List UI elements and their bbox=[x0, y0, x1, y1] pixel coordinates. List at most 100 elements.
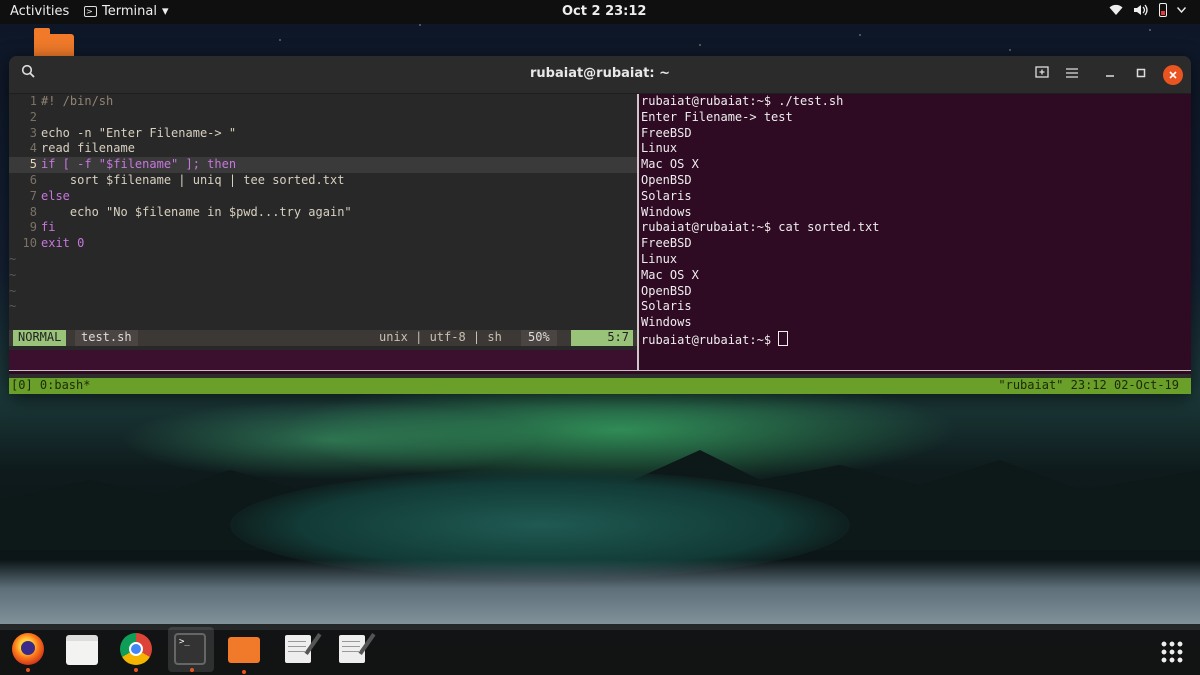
window-title: rubaiat@rubaiat: ~ bbox=[530, 66, 670, 81]
code-line: 2 bbox=[9, 110, 637, 126]
empty-line-marker: ~ bbox=[9, 299, 17, 314]
code-line: 6 sort $filename | uniq | tee sorted.txt bbox=[9, 173, 637, 189]
terminal-icon[interactable]: >_ bbox=[174, 633, 206, 672]
shell-pane[interactable]: rubaiat@rubaiat:~$ ./test.sh Enter Filen… bbox=[639, 94, 1191, 370]
line-number: 1 bbox=[29, 94, 37, 108]
vim-mode: NORMAL bbox=[13, 330, 67, 346]
text-cursor bbox=[778, 330, 789, 346]
running-indicator bbox=[242, 670, 246, 674]
code-line-current: 5 if [ -f "$filename" ]; then bbox=[9, 157, 637, 173]
files-icon[interactable] bbox=[66, 635, 98, 665]
hamburger-menu-icon[interactable] bbox=[1061, 64, 1083, 86]
new-tab-icon[interactable] bbox=[1031, 64, 1053, 86]
dock: >_ bbox=[0, 624, 1200, 675]
empty-line-marker: ~ bbox=[9, 283, 17, 298]
shell-line: rubaiat@rubaiat:~$ ./test.sh bbox=[641, 94, 844, 108]
show-applications-icon[interactable] bbox=[1160, 640, 1184, 664]
shell-prompt: rubaiat@rubaiat:~$ bbox=[641, 332, 779, 347]
code-text: fi bbox=[41, 220, 56, 235]
code-text: echo "No $filename in $pwd...try again" bbox=[41, 204, 352, 219]
app-menu[interactable]: > Terminal ▾ bbox=[84, 4, 168, 19]
code-text: else bbox=[41, 188, 70, 203]
shell-line: rubaiat@rubaiat:~$ cat sorted.txt bbox=[641, 220, 880, 235]
wifi-icon bbox=[1109, 4, 1123, 15]
line-number: 10 bbox=[22, 236, 37, 251]
app-menu-label: Terminal bbox=[102, 4, 157, 19]
shell-line: Windows bbox=[641, 315, 692, 330]
text-editor-icon[interactable] bbox=[339, 635, 365, 663]
empty-line-marker: ~ bbox=[9, 267, 17, 282]
clock[interactable]: Oct 2 23:12 bbox=[562, 4, 646, 19]
code-text: if [ -f "$filename" ]; then bbox=[41, 157, 237, 172]
shell-line: OpenBSD bbox=[641, 283, 692, 298]
chevron-down-icon: ▾ bbox=[161, 4, 169, 19]
terminal-app-icon: > bbox=[84, 6, 97, 17]
terminal-icon-glyph: >_ bbox=[179, 637, 190, 647]
line-number: 3 bbox=[29, 125, 37, 140]
shell-line: Linux bbox=[641, 141, 678, 156]
top-bar: Activities > Terminal ▾ Oct 2 23:12 bbox=[0, 0, 1200, 24]
shell-line: Linux bbox=[641, 251, 678, 266]
terminal-window: rubaiat@rubaiat: ~ 1 #! /bin/sh 2 3 echo -… bbox=[9, 56, 1191, 394]
line-number: 9 bbox=[29, 220, 37, 235]
code-text: echo -n "Enter Filename-> " bbox=[41, 125, 237, 140]
line-number: 4 bbox=[29, 141, 37, 156]
volume-icon bbox=[1134, 4, 1148, 16]
shell-line: Solaris bbox=[641, 299, 692, 314]
code-line: 3 echo -n "Enter Filename-> " bbox=[9, 126, 637, 142]
code-text: #! /bin/sh bbox=[41, 94, 114, 108]
running-indicator bbox=[190, 668, 194, 672]
code-line: 4 read filename bbox=[9, 141, 637, 157]
code-text: sort $filename | uniq | tee sorted.txt bbox=[41, 172, 345, 187]
vim-encoding: unix | utf-8 | sh bbox=[379, 330, 502, 344]
activities-button[interactable]: Activities bbox=[10, 4, 69, 19]
shell-line: FreeBSD bbox=[641, 125, 692, 140]
close-icon[interactable] bbox=[1163, 65, 1183, 85]
maximize-icon[interactable] bbox=[1130, 64, 1152, 86]
code-line: 7 else bbox=[9, 189, 637, 205]
shell-line: OpenBSD bbox=[641, 172, 692, 187]
pane-separator bbox=[9, 370, 1191, 374]
shell-line: Windows bbox=[641, 204, 692, 219]
shell-line: FreeBSD bbox=[641, 236, 692, 251]
line-number: 2 bbox=[29, 109, 37, 124]
vim-cursor-position: 5:7 bbox=[571, 330, 633, 346]
system-tray[interactable] bbox=[1109, 3, 1186, 17]
running-indicator bbox=[134, 668, 138, 672]
firefox-icon[interactable] bbox=[12, 633, 44, 672]
battery-icon bbox=[1159, 3, 1167, 17]
empty-line-marker: ~ bbox=[9, 251, 17, 266]
tmux-window-list[interactable]: [0] 0:bash* bbox=[11, 378, 90, 394]
wallpaper-snow bbox=[0, 560, 1200, 630]
chrome-icon[interactable] bbox=[120, 633, 152, 672]
code-line: 1 #! /bin/sh bbox=[9, 94, 637, 110]
vim-percent: 50% bbox=[521, 330, 557, 346]
running-indicator bbox=[26, 668, 30, 672]
terminal-content[interactable]: 1 #! /bin/sh 2 3 echo -n "Enter Filename->… bbox=[9, 94, 1191, 394]
line-number: 5 bbox=[29, 157, 37, 172]
shell-line: Solaris bbox=[641, 188, 692, 203]
folder-icon[interactable] bbox=[228, 637, 260, 674]
vim-command-line[interactable] bbox=[9, 350, 637, 370]
shell-line: Mac OS X bbox=[641, 157, 699, 172]
code-text: exit 0 bbox=[41, 236, 85, 251]
vim-status-line: NORMAL test.sh unix | utf-8 | sh 50% 5:7 bbox=[9, 330, 637, 346]
shell-prompt-line[interactable]: rubaiat@rubaiat:~$ bbox=[641, 330, 1191, 347]
code-line: 9 fi bbox=[9, 220, 637, 236]
tmux-status-right: "rubaiat" 23:12 02-Oct-19 bbox=[998, 378, 1179, 392]
title-bar[interactable]: rubaiat@rubaiat: ~ bbox=[9, 56, 1191, 94]
code-text: read filename bbox=[41, 141, 135, 156]
line-number: 7 bbox=[29, 188, 37, 203]
shell-line: Mac OS X bbox=[641, 267, 699, 282]
line-number: 8 bbox=[29, 204, 37, 219]
minimize-icon[interactable] bbox=[1099, 64, 1121, 86]
shell-line: Enter Filename-> test bbox=[641, 109, 793, 124]
tmux-status-bar: [0] 0:bash* "rubaiat" 23:12 02-Oct-19 bbox=[9, 378, 1191, 394]
chevron-down-icon bbox=[1177, 7, 1186, 13]
code-line: 10 exit 0 bbox=[9, 236, 637, 252]
code-line: 8 echo "No $filename in $pwd...try again… bbox=[9, 205, 637, 221]
line-number: 6 bbox=[29, 172, 37, 187]
vim-filename: test.sh bbox=[75, 330, 138, 346]
vim-pane[interactable]: 1 #! /bin/sh 2 3 echo -n "Enter Filename->… bbox=[9, 94, 637, 370]
text-editor-icon[interactable] bbox=[285, 635, 311, 663]
